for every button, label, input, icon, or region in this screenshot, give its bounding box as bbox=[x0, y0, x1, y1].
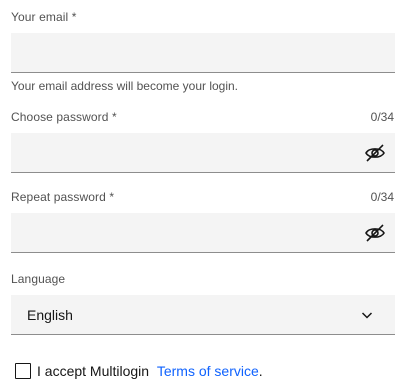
password-field-container[interactable] bbox=[11, 133, 395, 173]
repeat-password-counter: 0/34 bbox=[370, 190, 394, 204]
repeat-password-input[interactable] bbox=[11, 213, 395, 252]
language-selected-value: English bbox=[27, 307, 73, 323]
email-helper-text: Your email address will become your logi… bbox=[11, 79, 239, 93]
terms-text: I accept Multilogin Terms of service. bbox=[37, 363, 263, 379]
language-select[interactable]: English bbox=[11, 295, 395, 335]
terms-suffix: . bbox=[258, 363, 263, 379]
repeat-password-label: Repeat password * bbox=[11, 190, 115, 204]
language-label: Language bbox=[11, 272, 66, 286]
password-input[interactable] bbox=[11, 133, 395, 172]
eye-slash-icon[interactable] bbox=[365, 224, 385, 242]
eye-slash-icon[interactable] bbox=[365, 144, 385, 162]
terms-accept-label: I accept Multilogin bbox=[37, 363, 150, 379]
terms-of-service-link[interactable]: Terms of service bbox=[157, 363, 259, 379]
password-label: Choose password * bbox=[11, 110, 117, 124]
email-input[interactable] bbox=[11, 33, 395, 72]
terms-checkbox[interactable] bbox=[15, 363, 31, 379]
email-label: Your email * bbox=[11, 10, 77, 24]
chevron-down-icon[interactable] bbox=[361, 309, 373, 321]
repeat-password-field-container[interactable] bbox=[11, 213, 395, 253]
email-field-container[interactable] bbox=[11, 33, 395, 73]
password-counter: 0/34 bbox=[370, 110, 394, 124]
